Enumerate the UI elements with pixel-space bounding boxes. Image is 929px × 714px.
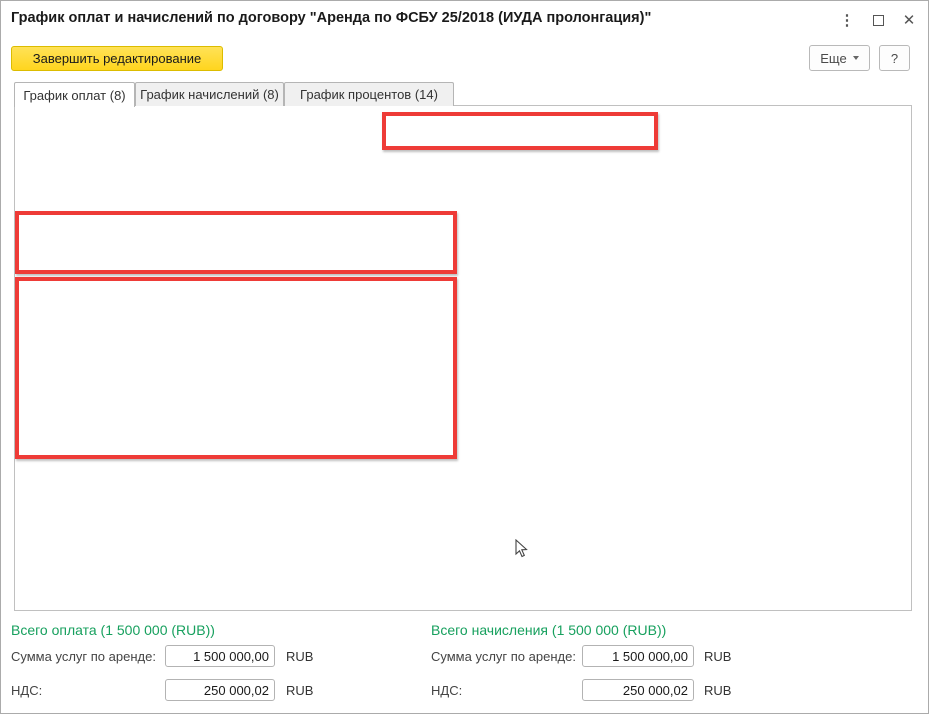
close-icon[interactable]: ✕ [898,9,920,31]
tab-payment-schedule[interactable]: График оплат (8) [14,82,135,107]
accrual-sum-label: Сумма услуг по аренде: [431,649,576,664]
payment-vat-field[interactable]: 250 000,02 [165,679,275,701]
kebab-menu-icon[interactable]: ⋮ [836,9,858,31]
window-title: График оплат и начислений по договору "А… [11,10,811,26]
total-accrual-title: Всего начисления (1 500 000 (RUB)) [431,622,666,638]
tab-accrual-schedule[interactable]: График начислений (8) [135,82,284,106]
payment-vat-currency: RUB [286,683,313,698]
accrual-vat-currency: RUB [704,683,731,698]
payment-sum-field[interactable]: 1 500 000,00 [165,645,275,667]
accrual-sum-field[interactable]: 1 500 000,00 [582,645,694,667]
app-window: График оплат и начислений по договору "А… [0,0,929,714]
payment-vat-label: НДС: [11,683,42,698]
accrual-vat-field[interactable]: 250 000,02 [582,679,694,701]
maximize-icon[interactable] [867,9,889,31]
payment-sum-currency: RUB [286,649,313,664]
accrual-vat-label: НДС: [431,683,462,698]
chevron-down-icon [853,56,859,60]
accrual-sum-currency: RUB [704,649,731,664]
tab-content-panel [14,105,912,611]
payment-sum-label: Сумма услуг по аренде: [11,649,156,664]
tab-interest-schedule[interactable]: График процентов (14) [284,82,454,106]
more-button-top[interactable]: Еще [809,45,870,71]
finish-editing-button[interactable]: Завершить редактирование [11,46,223,71]
total-payment-title: Всего оплата (1 500 000 (RUB)) [11,622,215,638]
help-button[interactable]: ? [879,45,910,71]
